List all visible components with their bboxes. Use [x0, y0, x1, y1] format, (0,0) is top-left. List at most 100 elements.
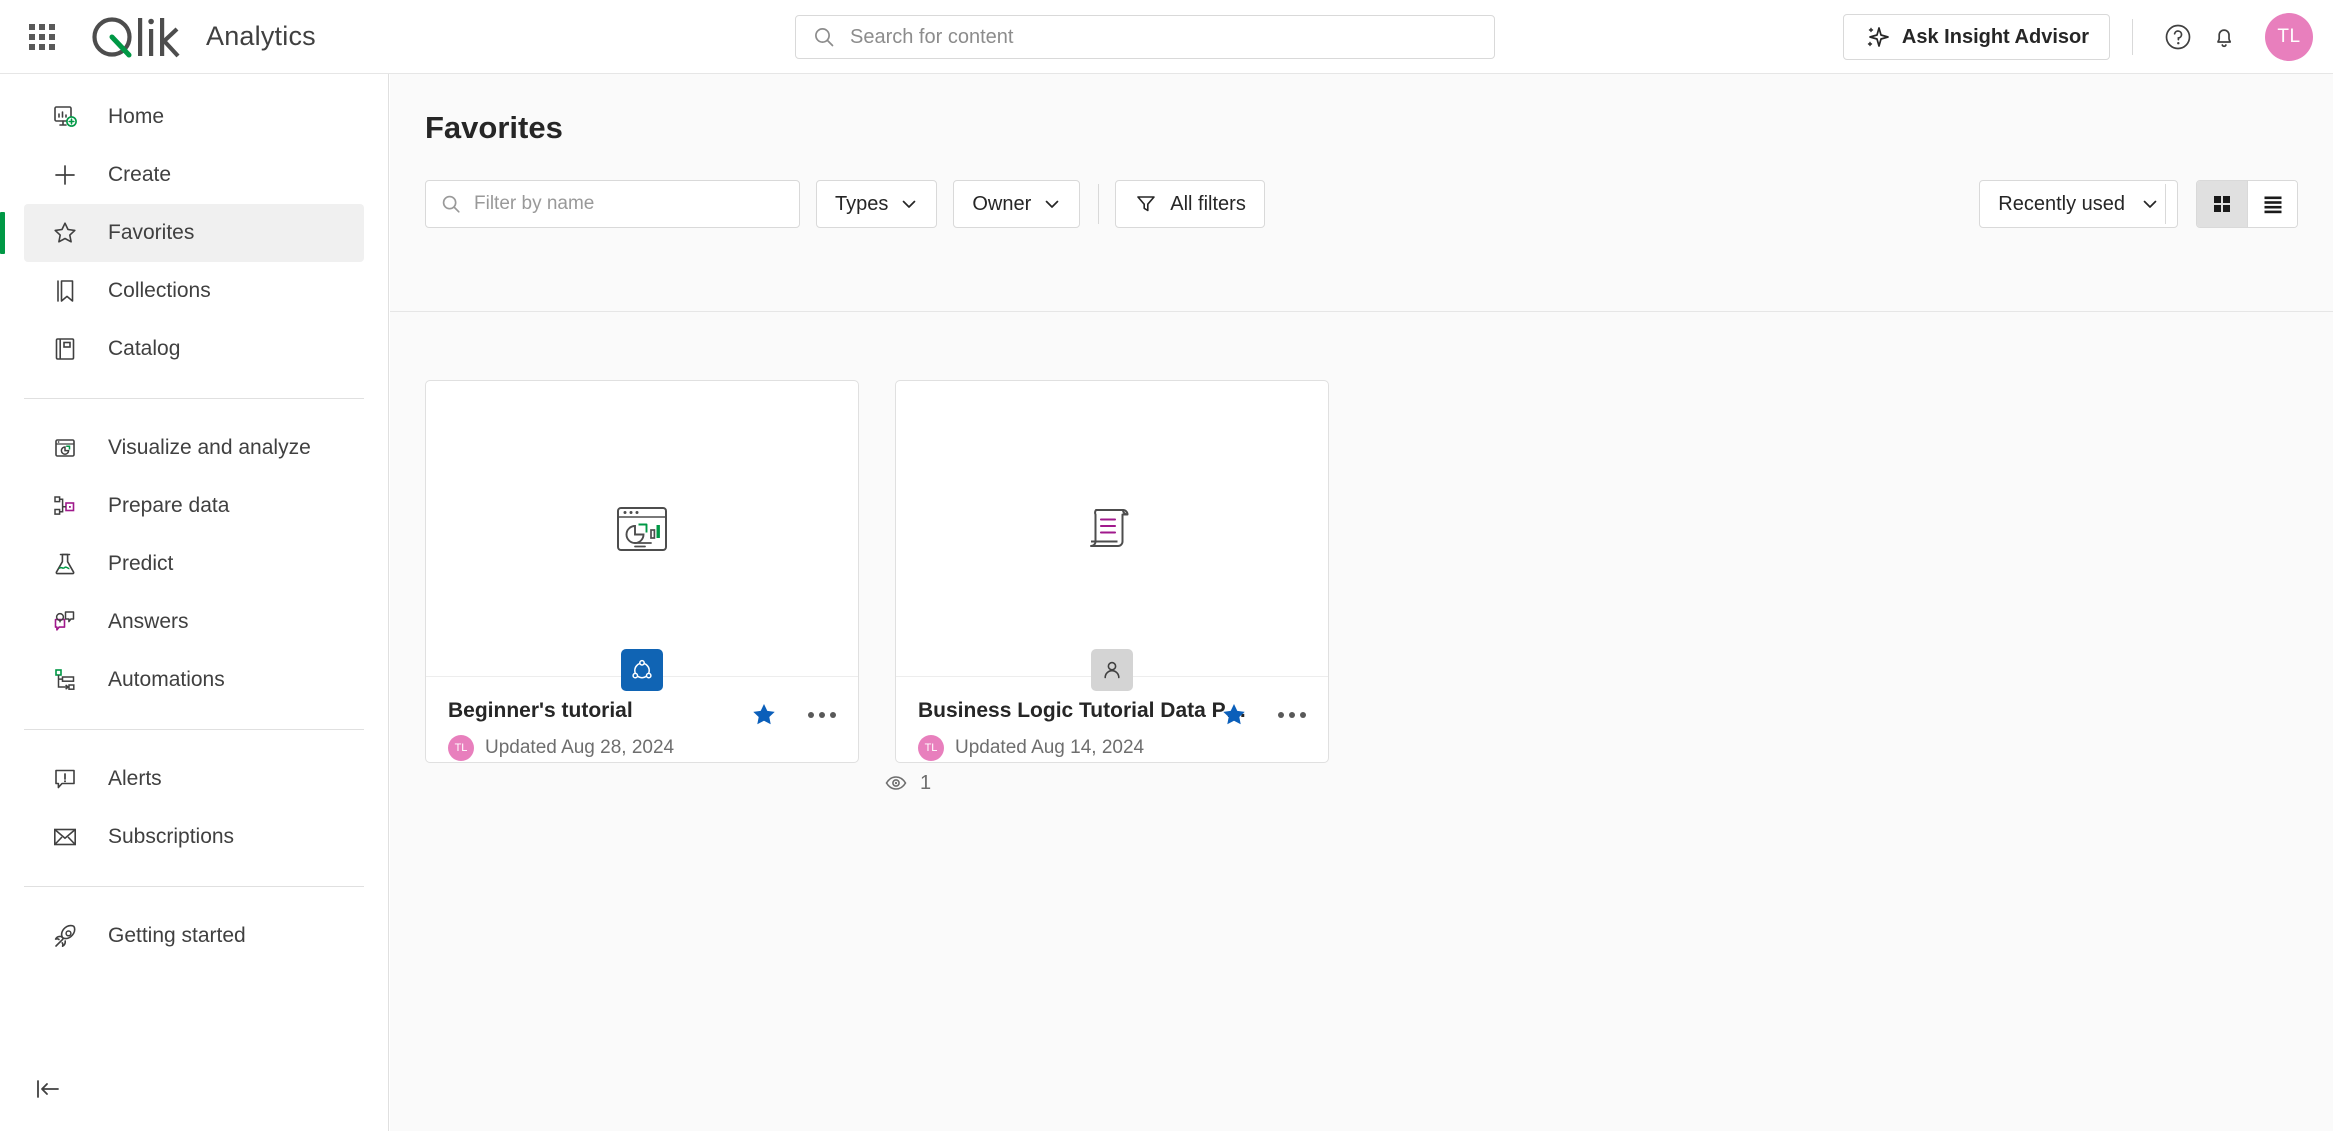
notifications-button[interactable]: [2201, 14, 2247, 60]
book-icon: [48, 332, 82, 366]
chart-window-icon: [48, 431, 82, 465]
card-meta: TL Updated Aug 14, 2024: [918, 735, 1306, 761]
card-thumbnail: [426, 381, 858, 677]
sort-order-dropdown[interactable]: Recently used: [1979, 180, 2178, 228]
sidebar-item-label: Subscriptions: [108, 825, 235, 848]
grid-view-button[interactable]: [2197, 181, 2247, 227]
filter-by-name-field[interactable]: [425, 180, 800, 228]
view-toggle-divider: [2165, 184, 2166, 224]
chevron-down-icon: [1045, 200, 1059, 208]
card-more-options-button[interactable]: [1274, 697, 1310, 733]
bookmark-icon: [48, 274, 82, 308]
sidebar-item-catalog[interactable]: Catalog: [24, 320, 364, 378]
avatar-initials: TL: [2277, 26, 2301, 47]
content-card[interactable]: Beginner's tutorial TL Updated Aug 28, 2…: [425, 380, 859, 763]
sidebar-item-label: Create: [108, 163, 172, 186]
header-divider: [2132, 19, 2133, 55]
sidebar-item-label: Prepare data: [108, 494, 230, 517]
script-scroll-icon: [1090, 508, 1129, 547]
sidebar-item-label: Automations: [108, 668, 225, 691]
automations-flow-icon: [48, 663, 82, 697]
sidebar-item-getting-started[interactable]: Getting started: [24, 907, 364, 965]
card-owner-initials: TL: [924, 742, 938, 754]
sidebar-item-label: Catalog: [108, 337, 181, 360]
card-updated-text: Updated Aug 28, 2024: [485, 737, 675, 758]
search-input[interactable]: [850, 25, 1494, 49]
card-more-options-button[interactable]: [804, 697, 840, 733]
sidebar-item-visualize-and-analyze[interactable]: Visualize and analyze: [24, 419, 364, 477]
sidebar-item-answers[interactable]: Answers: [24, 593, 364, 651]
app-launcher-icon: [29, 23, 55, 50]
toolbar-bottom-divider: [390, 311, 2333, 312]
page-title: Favorites: [425, 110, 563, 145]
sidebar-item-automations[interactable]: Automations: [24, 651, 364, 709]
rocket-icon: [48, 919, 82, 953]
owner-filter-button[interactable]: Owner: [953, 180, 1081, 228]
sidebar-divider: [24, 729, 364, 730]
help-circle-icon: [2165, 24, 2191, 50]
sidebar-item-subscriptions[interactable]: Subscriptions: [24, 808, 364, 866]
funnel-icon: [1137, 196, 1156, 212]
search-icon: [815, 28, 834, 47]
sidebar-divider: [24, 398, 364, 399]
sidebar-item-label: Alerts: [108, 767, 162, 790]
all-filters-button[interactable]: All filters: [1115, 180, 1265, 228]
header-actions: Ask Insight Advisor TL: [1842, 0, 2313, 74]
view-count-value: 1: [919, 771, 932, 794]
user-avatar[interactable]: TL: [2265, 13, 2313, 61]
card-title: Business Logic Tutorial Data Prep: [918, 699, 1248, 722]
card-title: Beginner's tutorial: [448, 699, 633, 722]
sidebar-item-collections[interactable]: Collections: [24, 262, 364, 320]
sidebar-item-home[interactable]: Home: [24, 88, 364, 146]
types-filter-button[interactable]: Types: [816, 180, 938, 228]
collapse-left-icon: [37, 1080, 59, 1098]
favorite-toggle-button[interactable]: [1216, 697, 1252, 733]
main-content: Favorites Types Owner All: [390, 74, 2333, 1131]
qlik-logo-icon: [92, 16, 180, 57]
app-title: Analytics: [206, 21, 316, 51]
data-prep-icon: [48, 489, 82, 523]
card-actions: [746, 697, 840, 733]
sidebar-item-label: Answers: [108, 610, 189, 633]
view-mode-toggle: [2196, 180, 2298, 228]
toolbar-divider: [1098, 184, 1100, 224]
sidebar-item-favorites[interactable]: Favorites: [0, 204, 364, 262]
grid-view-icon: [2214, 196, 2230, 212]
sidebar-item-predict[interactable]: Predict: [24, 535, 364, 593]
all-filters-label: All filters: [1170, 192, 1246, 215]
sidebar-nav: Home Create Favorites Collections Catalo…: [0, 74, 389, 1131]
sidebar-item-label: Getting started: [108, 924, 246, 947]
ask-insight-advisor-label: Ask Insight Advisor: [1901, 25, 2089, 48]
card-owner-initials: TL: [454, 742, 468, 754]
search-icon: [442, 195, 460, 213]
favorite-toggle-button[interactable]: [746, 697, 782, 733]
toolbar-right-actions: Recently used: [1979, 180, 2298, 228]
card-body: Beginner's tutorial TL Updated Aug 28, 2…: [426, 677, 858, 761]
view-count-indicator: 1: [390, 771, 1425, 795]
card-actions: [1216, 697, 1310, 733]
card-body: Business Logic Tutorial Data Prep TL Upd…: [896, 677, 1328, 761]
card-thumbnail: [896, 381, 1328, 677]
app-launcher-button[interactable]: [18, 13, 66, 61]
sidebar-item-prepare-data[interactable]: Prepare data: [24, 477, 364, 535]
card-owner-avatar: TL: [448, 735, 474, 761]
sidebar-divider: [24, 886, 364, 887]
brand-logo-link[interactable]: Analytics: [88, 14, 316, 60]
more-horizontal-icon: [1278, 712, 1306, 718]
sidebar-item-label: Visualize and analyze: [108, 436, 311, 459]
ask-insight-advisor-button[interactable]: Ask Insight Advisor: [1842, 14, 2110, 60]
envelope-icon: [48, 820, 82, 854]
global-search[interactable]: [795, 15, 1495, 59]
answers-chat-icon: [48, 605, 82, 639]
filter-input[interactable]: [474, 193, 799, 215]
sidebar-item-create[interactable]: Create: [24, 146, 364, 204]
app-header: Analytics Ask Insight Advisor: [0, 0, 2333, 74]
content-card[interactable]: Business Logic Tutorial Data Prep TL Upd…: [895, 380, 1329, 763]
sidebar-item-alerts[interactable]: Alerts: [24, 750, 364, 808]
sidebar-item-label: Predict: [108, 552, 174, 575]
help-button[interactable]: [2155, 14, 2201, 60]
list-view-button[interactable]: [2247, 181, 2297, 227]
sparkle-icon: [1867, 27, 1889, 47]
content-card-grid: Beginner's tutorial TL Updated Aug 28, 2…: [425, 380, 1329, 763]
collapse-sidebar-button[interactable]: [32, 1065, 80, 1113]
